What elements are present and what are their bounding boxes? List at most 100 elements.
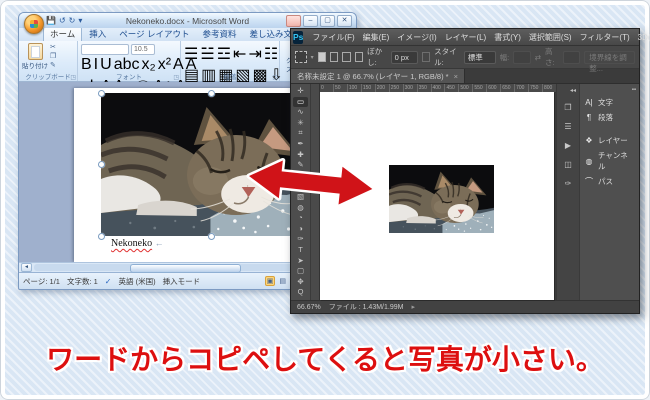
menu-filter[interactable]: フィルター(T) <box>576 32 634 43</box>
maximize-button[interactable]: ▢ <box>320 15 335 27</box>
menu-file[interactable]: ファイル(F) <box>308 32 358 43</box>
ruler-tick-label: 600 <box>486 84 500 92</box>
tool-icon[interactable]: ▢ <box>293 266 308 277</box>
status-char-count: 文字数: 1 <box>66 276 98 286</box>
scroll-left-icon[interactable]: ◄ <box>21 263 32 272</box>
refine-edge-button[interactable]: 境界線を調整... <box>584 50 636 73</box>
status-insert-mode[interactable]: 挿入モード <box>163 276 201 287</box>
clipboard-tool-icon[interactable]: ✂ <box>50 43 56 51</box>
tool-icon[interactable]: ▭ <box>293 96 308 108</box>
menu-3d[interactable]: 3D(D) <box>634 33 650 42</box>
antialias-checkbox[interactable] <box>421 52 431 62</box>
ruler-tick-label: 250 <box>388 84 403 92</box>
group-label-clipboard: クリップボード <box>25 74 71 81</box>
menu-type[interactable]: 書式(Y) <box>490 32 525 43</box>
style-select[interactable]: 標準 <box>463 50 496 64</box>
view-mode-icon[interactable]: ▤ <box>277 276 288 286</box>
panel-tab-character[interactable]: A| 文字 <box>580 95 639 110</box>
paragraph-format-icon[interactable]: ☲ <box>217 44 231 64</box>
paragraph-mark: ← <box>154 238 164 248</box>
paragraph-format-icon[interactable]: ☷ <box>264 44 278 64</box>
tab-close-icon[interactable]: × <box>454 72 458 81</box>
collapse-panels-icon[interactable]: ◂◂ <box>570 87 579 94</box>
dialog-launcher-icon[interactable]: ◳ <box>70 74 76 81</box>
selection-handle[interactable] <box>98 233 105 240</box>
tool-dropdown-icon[interactable]: ▾ <box>311 54 314 61</box>
feather-input[interactable]: 0 px <box>390 50 418 64</box>
font-name-combobox[interactable] <box>81 44 129 55</box>
minimize-button[interactable]: – <box>303 15 318 27</box>
dialog-launcher-icon[interactable]: ◳ <box>173 74 179 81</box>
ruler-tick-label: 700 <box>514 84 528 92</box>
menu-edit[interactable]: 編集(E) <box>359 32 394 43</box>
view-mode-icon[interactable]: ▣ <box>264 276 276 286</box>
paragraph-format-icon[interactable]: ⇤ <box>233 44 246 64</box>
pasted-cat-photo[interactable] <box>389 165 494 233</box>
panel-dock-icon[interactable]: ✑ <box>565 179 572 188</box>
panel-dock-icon[interactable]: ▶ <box>565 141 571 150</box>
photoshop-menubar: Ps ファイル(F) 編集(E) イメージ(I) レイヤー(L) 書式(Y) 選… <box>291 29 650 46</box>
selection-handle[interactable] <box>208 233 215 240</box>
selection-mode-new-icon[interactable] <box>317 52 326 62</box>
height-input[interactable] <box>562 50 581 64</box>
tool-icon[interactable]: ◑ <box>293 224 308 235</box>
tab-page-layout[interactable]: ページ レイアウト <box>113 27 195 41</box>
tool-icon[interactable]: ✳ <box>293 118 308 129</box>
status-options-icon[interactable]: ▸ <box>411 303 415 311</box>
clipboard-tool-icon[interactable]: ✎ <box>50 61 56 69</box>
tool-icon[interactable]: ➤ <box>293 256 308 267</box>
ruler-tick-label: 200 <box>374 84 389 92</box>
selection-handle[interactable] <box>208 90 215 97</box>
tab-insert[interactable]: 挿入 <box>83 27 112 41</box>
swap-dimensions-icon[interactable]: ⇄ <box>535 53 541 62</box>
status-zoom-level[interactable]: 66.67% <box>297 304 321 311</box>
document-text-line[interactable]: Nekoneko ← <box>111 238 164 249</box>
menu-layer[interactable]: レイヤー(L) <box>441 32 491 43</box>
collapse-panels-icon[interactable]: ▪▪ <box>632 87 639 93</box>
selection-handle[interactable] <box>98 90 105 97</box>
tab-references[interactable]: 参考資料 <box>196 27 242 41</box>
tool-icon[interactable]: ✛ <box>293 86 308 97</box>
scrollbar-thumb[interactable] <box>130 264 241 273</box>
tool-icon[interactable]: ◔ <box>293 213 308 224</box>
menu-image[interactable]: イメージ(I) <box>393 32 440 43</box>
paragraph-format-icon[interactable]: ⇥ <box>248 44 261 64</box>
panel-dock-icon[interactable]: ◫ <box>564 160 572 169</box>
paragraph-format-icon[interactable]: ☱ <box>200 44 214 64</box>
tool-icon[interactable]: T <box>293 245 308 256</box>
tool-icon[interactable]: Q <box>293 287 308 298</box>
document-tab[interactable]: 名称未設定 1 @ 66.7% (レイヤー 1, RGB/8) * × <box>291 69 465 83</box>
tool-icon[interactable]: ✥ <box>293 277 308 288</box>
office-button[interactable] <box>24 14 44 34</box>
current-tool-icon[interactable] <box>295 51 307 63</box>
width-input[interactable] <box>513 50 531 64</box>
photoshop-logo[interactable]: Ps <box>293 30 304 44</box>
selection-mode-add-icon[interactable] <box>329 52 339 62</box>
spellcheck-icon[interactable]: ✓ <box>105 277 112 286</box>
tool-icon[interactable]: ∿ <box>293 107 308 118</box>
panel-tab-channels[interactable]: ◍ チャンネル <box>580 148 639 174</box>
close-button[interactable]: ✕ <box>337 15 352 27</box>
tool-icon[interactable]: ⌗ <box>293 128 308 139</box>
status-language[interactable]: 英語 (米国) <box>119 276 156 287</box>
panel-tab-paragraph[interactable]: ¶ 段落 <box>580 110 639 125</box>
panel-dock-icon[interactable]: ☰ <box>564 122 571 131</box>
clipboard-mini-buttons: ✂ ❐ ✎ <box>50 43 56 70</box>
screenshot-stage: 💾 ↺ ↻ ▾ Nekoneko.docx - Microsoft Word –… <box>0 0 650 400</box>
paragraph-format-icon[interactable]: ☰ <box>184 44 198 64</box>
panel-tab-layers[interactable]: ❖ レイヤー <box>580 133 639 148</box>
panel-tab-paths[interactable]: ⌒ パス <box>580 174 639 189</box>
tab-home[interactable]: ホーム <box>43 26 83 41</box>
selection-handle[interactable] <box>98 161 105 168</box>
tool-icon[interactable]: ✑ <box>293 234 308 245</box>
selection-mode-intersect-icon[interactable] <box>354 52 364 62</box>
word-titlebar[interactable]: 💾 ↺ ↻ ▾ Nekoneko.docx - Microsoft Word –… <box>19 13 356 34</box>
selection-mode-subtract-icon[interactable] <box>342 52 351 62</box>
dialog-launcher-icon[interactable]: ◳ <box>272 74 278 81</box>
font-size-combobox[interactable]: 10.5 <box>131 44 155 55</box>
paste-button[interactable]: 貼り付け <box>22 43 48 70</box>
feather-label: ぼかし: <box>367 47 383 67</box>
clipboard-tool-icon[interactable]: ❐ <box>50 52 56 60</box>
panel-dock-icon[interactable]: ❐ <box>564 103 571 112</box>
menu-select[interactable]: 選択範囲(S) <box>525 32 576 43</box>
